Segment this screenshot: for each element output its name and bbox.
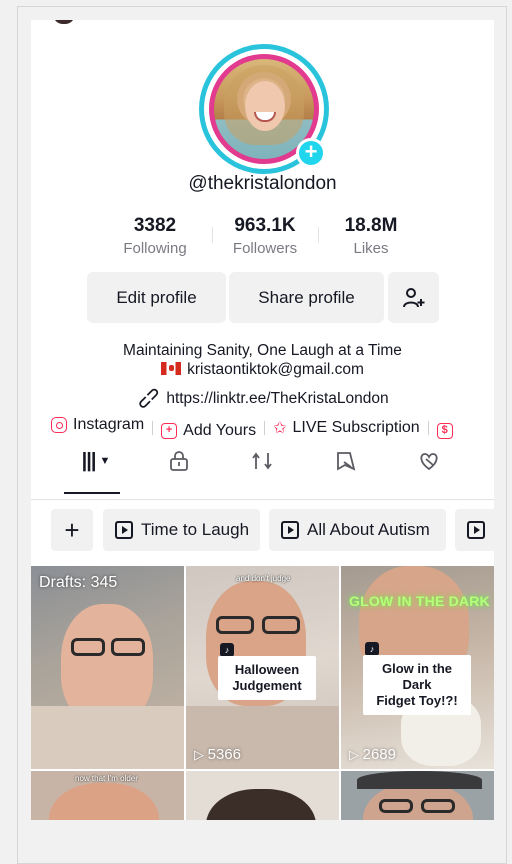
playlist-icon: [467, 521, 485, 539]
video-title-line: Judgement: [232, 678, 302, 693]
playlist-label: All About Autism: [307, 520, 430, 539]
playlist-icon: [281, 521, 299, 539]
avatar[interactable]: +: [199, 44, 329, 174]
lock-icon: [170, 451, 188, 471]
share-profile-button[interactable]: Share profile: [229, 272, 384, 323]
profile-stats: 3382 Following 963.1K Followers 18.8M Li…: [105, 215, 425, 257]
add-story-button[interactable]: +: [296, 138, 326, 168]
video-thumbnail[interactable]: now that I'm older: [31, 771, 184, 820]
stat-label: Likes: [353, 240, 389, 257]
tiktok-badge-icon: ♪: [365, 642, 379, 656]
bio-text: Maintaining Sanity, One Laugh at a Time: [123, 342, 402, 359]
add-person-icon: [402, 287, 424, 307]
video-thumbnail-drafts[interactable]: Drafts: 345: [31, 566, 184, 769]
stat-value: 963.1K: [234, 215, 296, 236]
chevron-down-icon: ▼: [99, 455, 111, 467]
playlist-icon: [115, 521, 133, 539]
playlist-row: + Time to Laugh All About Autism: [31, 509, 494, 557]
playlist-more[interactable]: [455, 509, 494, 551]
playlist-time-to-laugh[interactable]: Time to Laugh: [103, 509, 260, 551]
link-icon: ⊂⊃: [134, 383, 165, 414]
tab-reposts[interactable]: [242, 441, 282, 481]
playlist-all-about-autism[interactable]: All About Autism: [269, 509, 446, 551]
video-title-line: Halloween: [234, 662, 300, 677]
add-playlist-button[interactable]: +: [51, 509, 93, 551]
tab-videos[interactable]: ||| ▼: [71, 441, 121, 481]
drafts-label: Drafts: 345: [39, 574, 118, 591]
bio-link-text: https://linktr.ee/TheKristaLondon: [166, 390, 389, 407]
video-title-card: Glow in the Dark Fidget Toy!?!: [363, 655, 471, 715]
playlist-label: Time to Laugh: [141, 520, 250, 539]
video-top-text: now that I'm older: [75, 774, 138, 783]
bio-email-line: kristaontiktok@gmail.com: [31, 361, 494, 379]
active-tab-indicator: [64, 492, 120, 494]
video-banner-text: GLOW IN THE DARK: [349, 593, 490, 609]
divider: [212, 227, 213, 243]
videos-grid-icon: |||: [81, 449, 97, 472]
repost-icon: [252, 452, 272, 470]
tab-favorites[interactable]: [326, 441, 366, 481]
bio-email: kristaontiktok@gmail.com: [187, 361, 364, 378]
heart-hidden-icon: [420, 453, 438, 471]
stat-likes[interactable]: 18.8M Likes: [321, 215, 421, 257]
stat-value: 3382: [133, 215, 177, 236]
video-grid: Drafts: 345 and don't judge ♪ Halloween …: [31, 566, 494, 820]
tiktok-badge-icon: ♪: [220, 643, 234, 657]
plus-icon: +: [64, 514, 80, 545]
content-tabs: ||| ▼: [31, 430, 494, 500]
tab-private[interactable]: [159, 441, 199, 481]
divider: [318, 227, 319, 243]
profile-screen: + @thekristalondon 3382 Following 963.1K…: [31, 20, 494, 820]
username: @thekristalondon: [188, 173, 337, 194]
stat-value: 18.8M: [344, 215, 398, 236]
video-title-line: Fidget Toy!?!: [376, 693, 458, 708]
stat-followers[interactable]: 963.1K Followers: [215, 215, 315, 257]
video-top-text: and don't judge: [236, 574, 291, 583]
video-title-card: Halloween Judgement: [218, 656, 316, 700]
edit-profile-button[interactable]: Edit profile: [87, 272, 226, 323]
canada-flag-icon: [161, 362, 182, 375]
stat-label: Following: [123, 240, 187, 257]
video-thumbnail[interactable]: [341, 771, 494, 820]
stat-label: Followers: [232, 240, 298, 257]
video-thumbnail[interactable]: [186, 771, 339, 820]
status-indicator: [53, 20, 75, 24]
bookmark-hidden-icon: [337, 452, 356, 471]
video-views: 2689: [349, 746, 396, 763]
video-title-line: Glow in the Dark: [381, 661, 453, 692]
video-views: 5366: [194, 746, 241, 763]
tab-liked[interactable]: [409, 441, 449, 481]
bio-link[interactable]: ⊂⊃ https://linktr.ee/TheKristaLondon: [31, 383, 494, 413]
video-thumbnail-glow[interactable]: GLOW IN THE DARK ♪ Glow in the Dark Fidg…: [341, 566, 494, 769]
video-thumbnail-halloween[interactable]: and don't judge ♪ Halloween Judgement 53…: [186, 566, 339, 769]
add-friends-button[interactable]: [388, 272, 439, 323]
stat-following[interactable]: 3382 Following: [105, 215, 205, 257]
